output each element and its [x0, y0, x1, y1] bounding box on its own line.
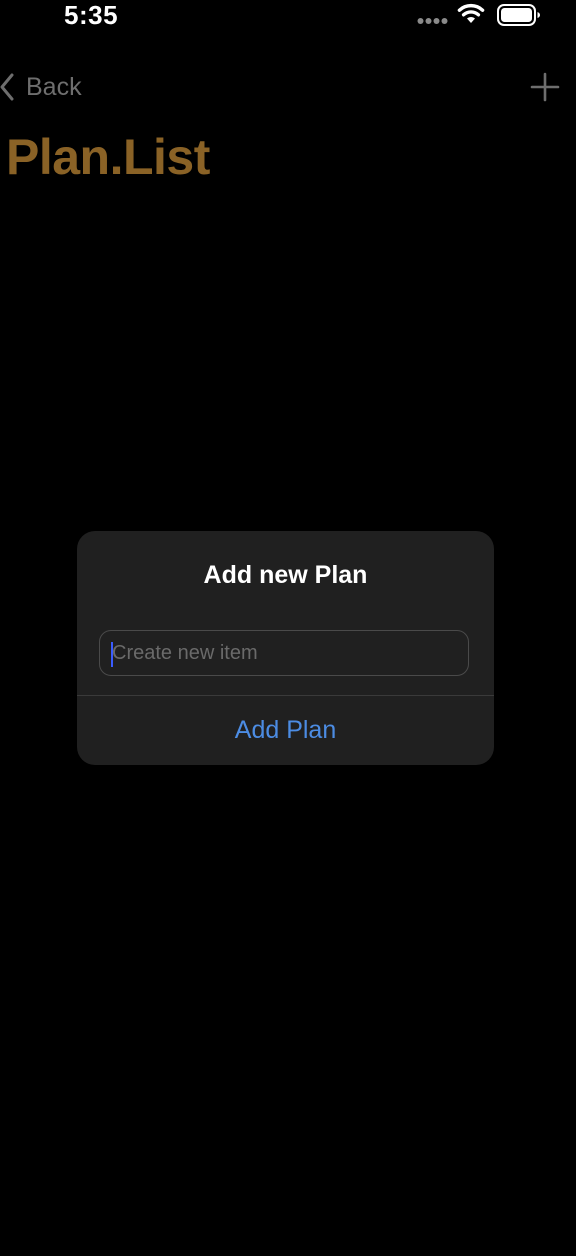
back-button[interactable]: Back	[0, 70, 82, 104]
plus-icon[interactable]	[530, 72, 560, 102]
navigation-bar: Back	[0, 60, 576, 114]
text-caret	[111, 642, 113, 667]
add-plan-alert: Add new Plan Add Plan	[77, 531, 494, 765]
alert-title: Add new Plan	[203, 561, 368, 589]
battery-icon	[497, 4, 540, 26]
create-item-input[interactable]	[99, 630, 469, 676]
page-title: Plan.List	[6, 129, 210, 185]
chevron-left-icon	[0, 73, 14, 101]
status-time: 5:35	[64, 0, 119, 30]
signal-dots-icon	[417, 18, 448, 24]
back-label: Back	[26, 72, 82, 101]
wifi-icon	[457, 3, 485, 23]
add-plan-button[interactable]: Add Plan	[77, 696, 494, 765]
status-bar: 5:35	[0, 0, 576, 30]
